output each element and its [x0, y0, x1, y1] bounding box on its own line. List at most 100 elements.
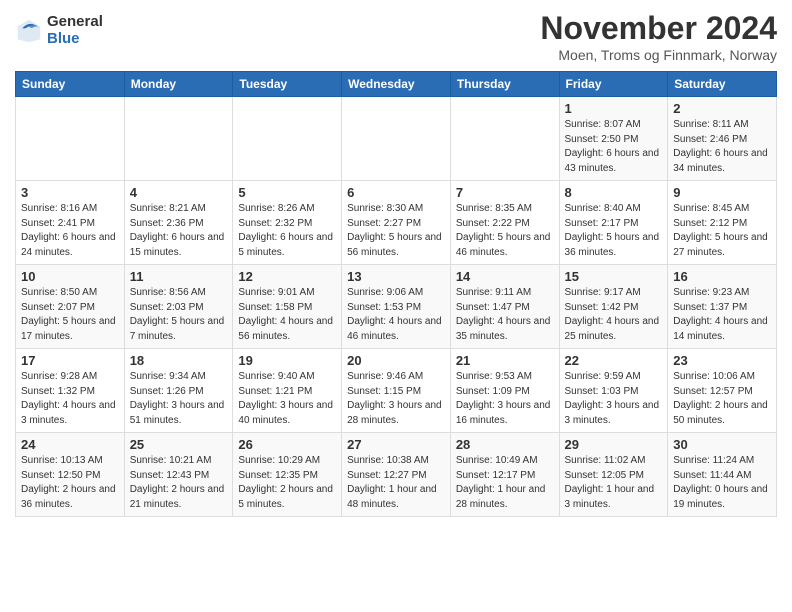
- day-cell: 27Sunrise: 10:38 AM Sunset: 12:27 PM Day…: [342, 433, 451, 517]
- day-cell: 6 Sunrise: 8:30 AM Sunset: 2:27 PM Daylig…: [342, 181, 451, 265]
- week-row-1: 1 Sunrise: 8:07 AM Sunset: 2:50 PM Daylig…: [16, 97, 777, 181]
- day-cell: 13 Sunrise: 9:06 AM Sunset: 1:53 PM Dayli…: [342, 265, 451, 349]
- week-row-3: 10Sunrise: 8:50 AM Sunset: 2:07 PM Dayli…: [16, 265, 777, 349]
- day-number: 29: [565, 437, 663, 452]
- header-saturday: Saturday: [668, 72, 777, 97]
- day-info: Sunrise: 9:01 AM Sunset: 1:58 PM Dayligh…: [238, 286, 336, 344]
- day-number: 27: [347, 437, 445, 452]
- logo: General Blue: [15, 14, 103, 47]
- day-cell: 21Sunrise: 9:53 AM Sunset: 1:09 PM Dayli…: [450, 349, 559, 433]
- day-number: 20: [347, 353, 445, 368]
- day-number: 1: [565, 101, 663, 116]
- day-number: 3: [21, 185, 119, 200]
- day-number: 6: [347, 185, 445, 200]
- month-title: November 2024: [540, 10, 777, 47]
- day-cell: 10Sunrise: 8:50 AM Sunset: 2:07 PM Dayli…: [16, 265, 125, 349]
- day-cell: 24 Sunrise: 10:13 AM Sunset: 12:50 PM Day…: [16, 433, 125, 517]
- day-info: Sunrise: 8:21 AM Sunset: 2:36 PM Dayligh…: [130, 202, 228, 260]
- day-number: 26: [238, 437, 336, 452]
- day-cell: 18 Sunrise: 9:34 AM Sunset: 1:26 PM Dayli…: [124, 349, 233, 433]
- day-info: Sunrise: 8:45 AM Sunset: 2:12 PM Dayligh…: [673, 202, 771, 260]
- title-section: November 2024 Moen, Troms og Finnmark, N…: [540, 10, 777, 63]
- day-info: Sunrise: 9:34 AM Sunset: 1:26 PM Dayligh…: [130, 370, 228, 428]
- day-cell: 1 Sunrise: 8:07 AM Sunset: 2:50 PM Daylig…: [559, 97, 668, 181]
- day-info: Sunrise: 10:06 AM Sunset: 12:57 PM Dayli…: [673, 370, 771, 428]
- day-number: 19: [238, 353, 336, 368]
- day-info: Sunrise: 9:11 AM Sunset: 1:47 PM Dayligh…: [456, 286, 554, 344]
- day-number: 8: [565, 185, 663, 200]
- header-tuesday: Tuesday: [233, 72, 342, 97]
- day-cell: [342, 97, 451, 181]
- day-number: 10: [21, 269, 119, 284]
- day-info: Sunrise: 8:30 AM Sunset: 2:27 PM Dayligh…: [347, 202, 445, 260]
- day-cell: 17 Sunrise: 9:28 AM Sunset: 1:32 PM Dayli…: [16, 349, 125, 433]
- day-number: 17: [21, 353, 119, 368]
- day-cell: 28Sunrise: 10:49 AM Sunset: 12:17 PM Day…: [450, 433, 559, 517]
- day-info: Sunrise: 11:02 AM Sunset: 12:05 PM Dayli…: [565, 454, 663, 512]
- day-cell: 3 Sunrise: 8:16 AM Sunset: 2:41 PM Daylig…: [16, 181, 125, 265]
- logo-text: General Blue: [47, 14, 103, 47]
- logo-icon: [15, 17, 43, 45]
- day-number: 21: [456, 353, 554, 368]
- day-info: Sunrise: 9:59 AM Sunset: 1:03 PM Dayligh…: [565, 370, 663, 428]
- day-cell: 19 Sunrise: 9:40 AM Sunset: 1:21 PM Dayli…: [233, 349, 342, 433]
- day-cell: 12 Sunrise: 9:01 AM Sunset: 1:58 PM Dayli…: [233, 265, 342, 349]
- header-wednesday: Wednesday: [342, 72, 451, 97]
- day-number: 24: [21, 437, 119, 452]
- day-info: Sunrise: 8:07 AM Sunset: 2:50 PM Dayligh…: [565, 118, 663, 176]
- day-number: 5: [238, 185, 336, 200]
- day-cell: 5Sunrise: 8:26 AM Sunset: 2:32 PM Daylig…: [233, 181, 342, 265]
- day-cell: 16 Sunrise: 9:23 AM Sunset: 1:37 PM Dayli…: [668, 265, 777, 349]
- day-cell: [450, 97, 559, 181]
- week-row-5: 24 Sunrise: 10:13 AM Sunset: 12:50 PM Day…: [16, 433, 777, 517]
- day-info: Sunrise: 10:13 AM Sunset: 12:50 PM Dayli…: [21, 454, 119, 512]
- logo-blue: Blue: [47, 31, 103, 48]
- day-number: 9: [673, 185, 771, 200]
- day-number: 11: [130, 269, 228, 284]
- day-info: Sunrise: 9:23 AM Sunset: 1:37 PM Dayligh…: [673, 286, 771, 344]
- header-sunday: Sunday: [16, 72, 125, 97]
- day-number: 16: [673, 269, 771, 284]
- day-number: 4: [130, 185, 228, 200]
- header-row: SundayMondayTuesdayWednesdayThursdayFrid…: [16, 72, 777, 97]
- day-info: Sunrise: 9:46 AM Sunset: 1:15 PM Dayligh…: [347, 370, 445, 428]
- day-info: Sunrise: 8:16 AM Sunset: 2:41 PM Dayligh…: [21, 202, 119, 260]
- header: General Blue November 2024 Moen, Troms o…: [15, 10, 777, 63]
- day-number: 2: [673, 101, 771, 116]
- day-info: Sunrise: 9:40 AM Sunset: 1:21 PM Dayligh…: [238, 370, 336, 428]
- day-number: 13: [347, 269, 445, 284]
- day-info: Sunrise: 11:24 AM Sunset: 11:44 AM Dayli…: [673, 454, 771, 512]
- day-number: 14: [456, 269, 554, 284]
- page: General Blue November 2024 Moen, Troms o…: [0, 0, 792, 527]
- day-number: 18: [130, 353, 228, 368]
- day-cell: 29 Sunrise: 11:02 AM Sunset: 12:05 PM Day…: [559, 433, 668, 517]
- day-number: 12: [238, 269, 336, 284]
- day-info: Sunrise: 8:11 AM Sunset: 2:46 PM Dayligh…: [673, 118, 771, 176]
- day-cell: [124, 97, 233, 181]
- day-cell: 9 Sunrise: 8:45 AM Sunset: 2:12 PM Daylig…: [668, 181, 777, 265]
- day-cell: 22Sunrise: 9:59 AM Sunset: 1:03 PM Dayli…: [559, 349, 668, 433]
- day-info: Sunrise: 8:56 AM Sunset: 2:03 PM Dayligh…: [130, 286, 228, 344]
- day-info: Sunrise: 10:49 AM Sunset: 12:17 PM Dayli…: [456, 454, 554, 512]
- day-cell: 14 Sunrise: 9:11 AM Sunset: 1:47 PM Dayli…: [450, 265, 559, 349]
- logo-general: General: [47, 14, 103, 31]
- day-cell: [16, 97, 125, 181]
- day-cell: 8 Sunrise: 8:40 AM Sunset: 2:17 PM Daylig…: [559, 181, 668, 265]
- day-info: Sunrise: 8:40 AM Sunset: 2:17 PM Dayligh…: [565, 202, 663, 260]
- day-info: Sunrise: 10:21 AM Sunset: 12:43 PM Dayli…: [130, 454, 228, 512]
- day-cell: 2 Sunrise: 8:11 AM Sunset: 2:46 PM Daylig…: [668, 97, 777, 181]
- week-row-2: 3 Sunrise: 8:16 AM Sunset: 2:41 PM Daylig…: [16, 181, 777, 265]
- day-cell: 20 Sunrise: 9:46 AM Sunset: 1:15 PM Dayli…: [342, 349, 451, 433]
- header-friday: Friday: [559, 72, 668, 97]
- day-cell: 7 Sunrise: 8:35 AM Sunset: 2:22 PM Daylig…: [450, 181, 559, 265]
- day-info: Sunrise: 9:28 AM Sunset: 1:32 PM Dayligh…: [21, 370, 119, 428]
- day-info: Sunrise: 9:06 AM Sunset: 1:53 PM Dayligh…: [347, 286, 445, 344]
- calendar-table: SundayMondayTuesdayWednesdayThursdayFrid…: [15, 71, 777, 517]
- day-number: 7: [456, 185, 554, 200]
- day-info: Sunrise: 8:35 AM Sunset: 2:22 PM Dayligh…: [456, 202, 554, 260]
- day-info: Sunrise: 9:17 AM Sunset: 1:42 PM Dayligh…: [565, 286, 663, 344]
- day-cell: [233, 97, 342, 181]
- day-cell: 11 Sunrise: 8:56 AM Sunset: 2:03 PM Dayli…: [124, 265, 233, 349]
- day-cell: 23Sunrise: 10:06 AM Sunset: 12:57 PM Day…: [668, 349, 777, 433]
- day-number: 30: [673, 437, 771, 452]
